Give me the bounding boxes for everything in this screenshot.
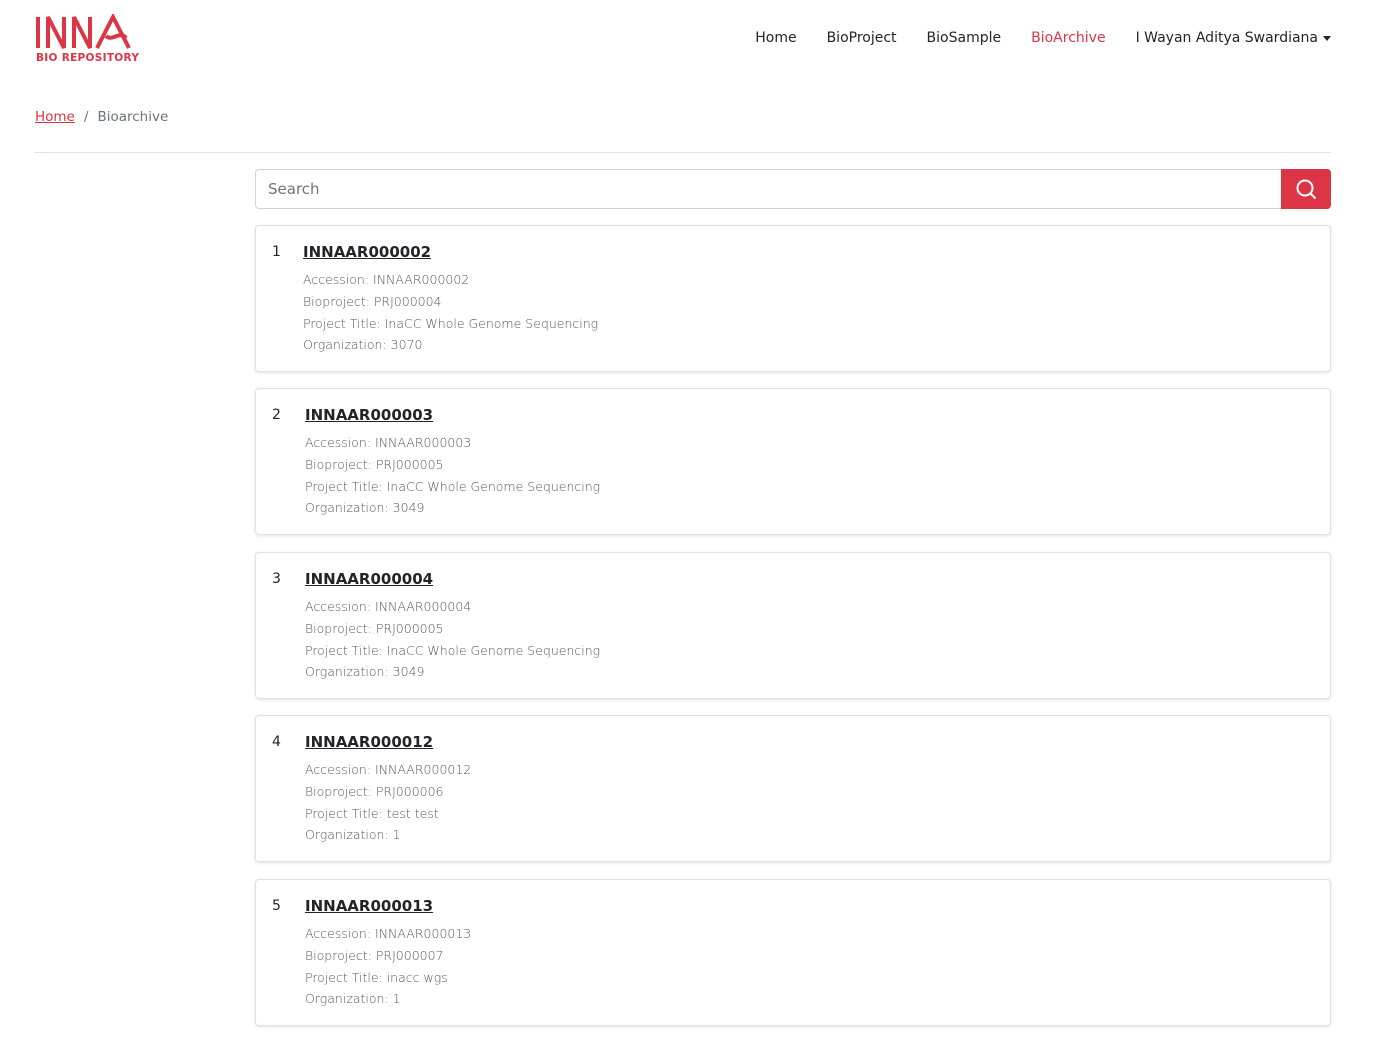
result-body: INNAAR000003 Accession: INNAAR000003 Bio… xyxy=(305,405,600,519)
breadcrumb: Home / Bioarchive xyxy=(35,109,168,125)
result-card: 2 INNAAR000003 Accession: INNAAR000003 B… xyxy=(255,388,1331,535)
result-number: 1 xyxy=(272,244,281,260)
breadcrumb-home-link[interactable]: Home xyxy=(35,109,75,125)
result-bioproject: Bioproject: PRJ000005 xyxy=(305,620,444,636)
result-accession: Accession: INNAAR000013 xyxy=(305,926,472,941)
nav-bioarchive[interactable]: BioArchive xyxy=(1031,30,1105,46)
result-title-link[interactable]: INNAAR000003 xyxy=(305,406,433,424)
result-organization: Organization: 1 xyxy=(305,827,401,843)
result-accession: Accession: INNAAR000004 xyxy=(305,599,472,614)
header-divider xyxy=(34,152,1331,153)
result-title-link[interactable]: INNAAR000013 xyxy=(305,897,433,915)
brand-subtitle: BIO REPOSITORY xyxy=(36,52,140,64)
result-title-link[interactable]: INNAAR000002 xyxy=(303,243,431,261)
user-name: I Wayan Aditya Swardiana xyxy=(1135,30,1318,46)
result-title-link[interactable]: INNAAR000012 xyxy=(305,733,433,751)
user-menu[interactable]: I Wayan Aditya Swardiana xyxy=(1136,30,1331,46)
result-card: 1 INNAAR000002 Accession: INNAAR000002 B… xyxy=(255,225,1331,372)
result-body: INNAAR000002 Accession: INNAAR000002 Bio… xyxy=(303,242,598,356)
result-body: INNAAR000004 Accession: INNAAR000004 Bio… xyxy=(305,569,600,683)
nav-home[interactable]: Home xyxy=(755,30,796,46)
result-card: 4 INNAAR000012 Accession: INNAAR000012 B… xyxy=(255,715,1331,862)
search-input[interactable] xyxy=(255,169,1281,209)
caret-down-icon xyxy=(1323,35,1331,41)
result-accession: Accession: INNAAR000003 xyxy=(305,435,472,450)
result-organization: Organization: 1 xyxy=(305,991,401,1007)
result-title-link[interactable]: INNAAR000004 xyxy=(305,570,433,588)
nav-biosample[interactable]: BioSample xyxy=(927,30,1002,46)
result-bioproject: Bioproject: PRJ000007 xyxy=(305,947,444,963)
result-body: INNAAR000013 Accession: INNAAR000013 Bio… xyxy=(305,896,471,1010)
search-button[interactable] xyxy=(1281,169,1331,209)
result-card: 5 INNAAR000013 Accession: INNAAR000013 B… xyxy=(255,879,1331,1026)
top-nav: Home BioProject BioSample BioArchive I W… xyxy=(725,30,1331,46)
result-organization: Organization: 3049 xyxy=(305,500,425,516)
result-accession: Accession: INNAAR000002 xyxy=(303,272,470,287)
breadcrumb-current: Bioarchive xyxy=(97,109,169,125)
breadcrumb-separator: / xyxy=(83,109,89,125)
result-number: 3 xyxy=(272,571,281,587)
result-body: INNAAR000012 Accession: INNAAR000012 Bio… xyxy=(305,732,471,846)
result-project-title: Project Title: test test xyxy=(305,805,439,821)
result-organization: Organization: 3049 xyxy=(305,664,425,680)
result-bioproject: Bioproject: PRJ000005 xyxy=(305,456,444,472)
result-number: 4 xyxy=(272,734,281,750)
search-icon xyxy=(1296,179,1316,199)
result-card: 3 INNAAR000004 Accession: INNAAR000004 B… xyxy=(255,552,1331,699)
nav-bioproject[interactable]: BioProject xyxy=(827,30,897,46)
result-number: 2 xyxy=(272,407,281,423)
result-project-title: Project Title: inacc wgs xyxy=(305,969,448,985)
result-accession: Accession: INNAAR000012 xyxy=(305,762,472,777)
inna-logo[interactable]: BIO REPOSITORY xyxy=(34,14,139,66)
result-project-title: Project Title: InaCC Whole Genome Sequen… xyxy=(303,315,599,331)
result-project-title: Project Title: InaCC Whole Genome Sequen… xyxy=(305,478,601,494)
result-number: 5 xyxy=(272,898,281,914)
result-project-title: Project Title: InaCC Whole Genome Sequen… xyxy=(305,642,601,658)
result-organization: Organization: 3070 xyxy=(303,337,423,353)
result-bioproject: Bioproject: PRJ000004 xyxy=(303,293,442,309)
search-bar xyxy=(255,169,1331,209)
result-bioproject: Bioproject: PRJ000006 xyxy=(305,783,444,799)
